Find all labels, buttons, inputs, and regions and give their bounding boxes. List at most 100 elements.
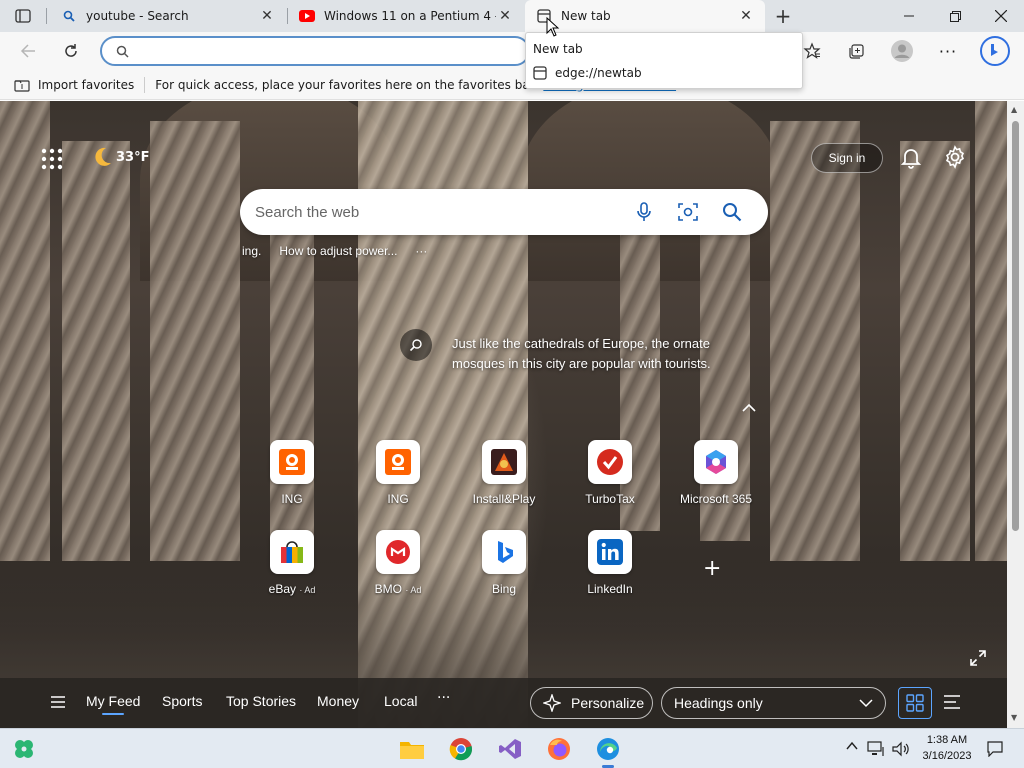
grid-layout-button[interactable] [898,687,932,719]
visual-studio-icon [499,739,521,759]
quick-link-linkedin[interactable]: LinkedIn [565,530,655,596]
microphone-icon [637,202,651,221]
plus-icon: + [774,4,792,28]
image-caption-text[interactable]: Just like the cathedrals of Europe, the … [452,334,712,374]
voice-search-button[interactable] [632,200,656,224]
minimize-button[interactable] [886,0,932,32]
tab-actions-icon [15,9,31,23]
back-arrow-icon [20,44,35,58]
scroll-up-arrow-icon[interactable]: ▲ [1011,105,1017,114]
address-input[interactable] [137,44,528,58]
notifications-bell-icon[interactable] [899,145,923,169]
visual-search-button[interactable] [676,200,700,224]
system-clock[interactable]: 1:38 AM 3/16/2023 [920,732,974,764]
quick-link-turbotax[interactable]: TurboTax [565,440,655,506]
close-icon [995,10,1007,22]
close-icon[interactable]: ✕ [496,7,514,25]
taskbar-visual-studio[interactable] [496,735,524,763]
quick-link-microsoft-365[interactable]: Microsoft 365 [671,440,761,506]
content-visibility-value: Headings only [674,695,763,711]
tab-youtube-video[interactable]: Windows 11 on a Pentium 4 - Yo ✕ [288,0,524,32]
new-tab-button[interactable]: + [770,4,796,28]
settings-gear-icon[interactable] [943,145,967,169]
taskbar-edge[interactable] [594,735,622,768]
feed-tab-money[interactable]: Money [317,693,359,709]
taskbar-firefox[interactable] [545,735,573,763]
address-bar[interactable] [100,36,530,66]
tab-separator [46,8,47,24]
quick-link-ing-2[interactable]: ING [353,440,443,506]
back-button[interactable] [14,37,42,65]
network-icon[interactable] [867,741,885,757]
background-pillar [975,101,1007,561]
start-button[interactable] [10,735,38,763]
trending-item[interactable]: ing. [242,244,261,258]
start-flower-icon [15,740,33,758]
content-visibility-select[interactable]: Headings only [661,687,886,719]
list-view-icon[interactable] [942,693,962,711]
ing-lion-icon [270,440,314,484]
ebay-bag-icon [270,530,314,574]
hamburger-menu-icon[interactable] [50,695,66,709]
tab-tooltip: New tab edge://newtab [525,32,803,89]
personalize-button[interactable]: Personalize [530,687,653,719]
refresh-button[interactable] [57,37,85,65]
close-icon[interactable]: ✕ [258,7,276,25]
turbotax-icon [588,440,632,484]
quick-link-bing[interactable]: Bing [459,530,549,596]
quick-link-install-play[interactable]: Install&Play [459,440,549,506]
notification-center-icon[interactable] [987,741,1003,757]
quick-link-ing[interactable]: ING [247,440,337,506]
background-pillar [150,121,240,561]
scroll-down-arrow-icon[interactable]: ▼ [1011,713,1017,722]
quick-link-name: eBay [268,582,296,596]
scrollbar-thumb[interactable] [1012,121,1019,531]
restore-button[interactable] [932,0,978,32]
bing-chat-button[interactable] [979,35,1011,67]
quick-link-bmo[interactable]: BMO · Ad [353,530,443,596]
firefox-icon [548,738,570,760]
favorites-separator [144,76,146,93]
mouse-cursor-icon [546,17,560,37]
trending-more[interactable]: ··· [415,244,427,258]
volume-icon[interactable] [892,741,910,757]
sign-in-button[interactable]: Sign in [811,143,883,173]
tab-youtube-search[interactable]: youtube - Search ✕ [50,0,286,32]
apps-launcher-icon[interactable] [40,147,64,171]
add-quick-link-button[interactable]: + [703,556,721,581]
weather-temperature: 33°F [116,149,150,165]
weather-widget[interactable]: 33°F [90,145,149,169]
feed-tab-local[interactable]: Local [384,693,417,709]
profile-button[interactable] [888,37,916,65]
show-hidden-icons-chevron-up-icon[interactable] [846,741,858,751]
collections-button[interactable] [842,37,870,65]
feed-tab-sports[interactable]: Sports [162,693,202,709]
search-submit-button[interactable] [720,200,744,224]
import-favorites-button[interactable]: Import favorites [14,78,134,92]
collections-icon [849,44,864,59]
tab-actions-button[interactable] [8,6,38,26]
more-horizontal-icon: ··· [938,41,958,61]
trending-item[interactable]: How to adjust power... [279,244,397,258]
close-window-button[interactable] [978,0,1024,32]
search-icon [409,339,422,352]
feed-tab-my-feed[interactable]: My Feed [86,693,140,715]
page-scrollbar[interactable]: ▲ ▼ [1007,101,1024,728]
chevron-up-icon[interactable] [742,401,756,415]
settings-more-button[interactable]: ··· [934,37,962,65]
web-search-input[interactable] [255,203,625,221]
close-icon[interactable]: ✕ [737,7,755,25]
minimize-icon [904,15,914,17]
taskbar-file-explorer[interactable] [398,735,426,763]
tab-new-tab[interactable]: New tab ✕ [525,0,765,32]
clock-time: 1:38 AM [926,734,968,746]
feed-more-button[interactable]: ··· [437,690,450,706]
feed-tab-top-stories[interactable]: Top Stories [226,693,296,709]
trending-searches: ing. How to adjust power... ··· [242,244,445,258]
image-info-button[interactable] [400,329,432,361]
feed-navigation-bar: My Feed Sports Top Stories Money Local ·… [0,678,1007,728]
web-search-box[interactable] [240,189,768,235]
taskbar-chrome[interactable] [447,735,475,763]
quick-link-ebay[interactable]: eBay · Ad [247,530,337,596]
expand-icon[interactable] [970,650,986,666]
